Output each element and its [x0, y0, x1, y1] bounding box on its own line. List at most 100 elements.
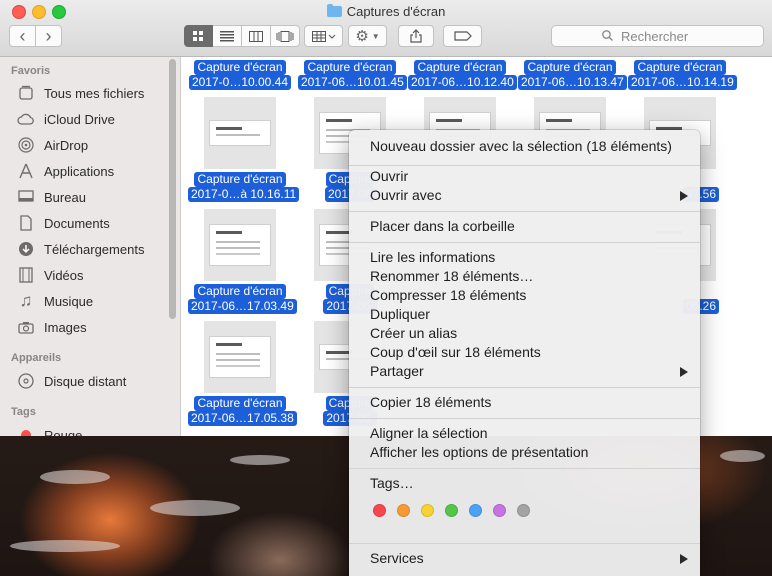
sidebar-item-images[interactable]: Images: [16, 316, 87, 338]
documents-icon: [16, 214, 36, 232]
file-thumbnail[interactable]: [204, 321, 276, 393]
submenu-arrow-icon: [680, 554, 688, 564]
cloud-icon: [16, 110, 36, 128]
column-view-button[interactable]: [242, 25, 271, 47]
menu-item-show-view-options[interactable]: Afficher les options de présentation: [370, 443, 588, 462]
file-item[interactable]: Capture d'écran 2017-06…17.03.49: [188, 284, 297, 314]
cover-flow-icon: [276, 30, 294, 42]
camera-icon: [16, 318, 36, 336]
menu-separator: [349, 468, 700, 469]
sidebar-item-downloads[interactable]: Téléchargements: [16, 238, 144, 260]
arrange-grid-icon: [311, 30, 335, 42]
forward-button[interactable]: ›: [35, 25, 62, 47]
view-mode-control: [184, 25, 300, 47]
submenu-arrow-icon: [680, 367, 688, 377]
background-snow: [40, 470, 110, 484]
file-thumbnail[interactable]: [204, 97, 276, 169]
menu-item-share[interactable]: Partager: [370, 362, 424, 381]
menu-separator: [349, 165, 700, 166]
columns-icon: [249, 30, 263, 42]
desktop-icon: [16, 188, 36, 206]
file-item[interactable]: Capture d'écran 2017-0…10.00.44: [188, 60, 292, 90]
menu-separator: [349, 387, 700, 388]
sidebar-item-videos[interactable]: Vidéos: [16, 264, 84, 286]
sidebar-item-icloud-drive[interactable]: iCloud Drive: [16, 108, 115, 130]
file-item[interactable]: Capture d'écran 2017-06…10.14.19: [628, 60, 737, 90]
tag-color-gray[interactable]: [517, 504, 530, 517]
chevron-down-icon: ▼: [371, 31, 380, 41]
sidebar-heading-tags: Tags: [11, 406, 36, 418]
menu-item-tags[interactable]: Tags…: [370, 474, 414, 493]
tag-color-orange[interactable]: [397, 504, 410, 517]
action-button[interactable]: ⚙ ▼: [348, 25, 387, 47]
menu-item-open[interactable]: Ouvrir: [370, 167, 408, 186]
film-icon: [16, 266, 36, 284]
file-item[interactable]: Capture d'écran 2017-06…17.05.38: [188, 396, 297, 426]
sidebar: Favoris Tous mes fichiers iCloud Drive A…: [0, 57, 181, 436]
chevron-right-icon: ›: [45, 25, 52, 46]
screenshot-preview: [209, 336, 271, 378]
file-item[interactable]: Capture d'écran 2017-06…10.13.47: [518, 60, 627, 90]
all-files-icon: [16, 84, 36, 102]
sidebar-item-applications[interactable]: Applications: [16, 160, 114, 182]
sidebar-item-tag-red[interactable]: Rouge: [16, 424, 82, 436]
file-item[interactable]: Capture d'écran 2017-06…10.12.40: [408, 60, 517, 90]
sidebar-item-documents[interactable]: Documents: [16, 212, 110, 234]
background-snow: [150, 500, 240, 516]
menu-separator: [349, 211, 700, 212]
menu-item-compress[interactable]: Compresser 18 éléments: [370, 286, 526, 305]
back-button[interactable]: ‹: [9, 25, 36, 47]
icon-view-button[interactable]: [184, 25, 213, 47]
background-snow: [10, 540, 120, 552]
airdrop-icon: [16, 136, 36, 154]
screenshot-preview: [209, 224, 271, 266]
chevron-left-icon: ‹: [19, 25, 26, 46]
menu-item-rename[interactable]: Renommer 18 éléments…: [370, 267, 533, 286]
sidebar-item-remote-disc[interactable]: Disque distant: [16, 370, 126, 392]
menu-item-duplicate[interactable]: Dupliquer: [370, 305, 430, 324]
downloads-icon: [16, 240, 36, 258]
menu-item-quick-look[interactable]: Coup d'œil sur 18 éléments: [370, 343, 541, 362]
list-view-button[interactable]: [213, 25, 242, 47]
arrange-button[interactable]: [304, 25, 343, 47]
sidebar-item-music[interactable]: ♫ Musique: [16, 290, 94, 312]
tag-color-red[interactable]: [373, 504, 386, 517]
sidebar-scrollbar[interactable]: [169, 59, 176, 319]
music-note-icon: ♫: [19, 291, 33, 310]
tag-color-green[interactable]: [445, 504, 458, 517]
menu-item-get-info[interactable]: Lire les informations: [370, 248, 495, 267]
search-input[interactable]: [619, 27, 713, 45]
search-field[interactable]: [551, 25, 764, 47]
share-icon: [410, 29, 422, 43]
search-icon: [602, 29, 613, 44]
sidebar-heading-favorites: Favoris: [11, 65, 51, 77]
red-tag-dot-icon: [16, 426, 36, 436]
file-item[interactable]: Capture d'écran 2017-06…10.01.45: [298, 60, 407, 90]
sidebar-item-all-files[interactable]: Tous mes fichiers: [16, 82, 144, 104]
tag-color-yellow[interactable]: [421, 504, 434, 517]
tag-color-purple[interactable]: [493, 504, 506, 517]
edit-tags-button[interactable]: [443, 25, 482, 47]
menu-separator: [349, 543, 700, 544]
menu-item-clean-up-selection[interactable]: Aligner la sélection: [370, 424, 488, 443]
menu-item-move-to-trash[interactable]: Placer dans la corbeille: [370, 217, 515, 236]
share-button[interactable]: [398, 25, 434, 47]
sidebar-heading-devices: Appareils: [11, 352, 62, 364]
menu-item-copy[interactable]: Copier 18 éléments: [370, 393, 491, 412]
menu-separator: [349, 242, 700, 243]
menu-item-open-with[interactable]: Ouvrir avec: [370, 186, 442, 205]
cover-flow-view-button[interactable]: [271, 25, 300, 47]
title-bar: Captures d'écran ‹ › ⚙ ▼: [0, 0, 772, 57]
menu-item-make-alias[interactable]: Créer un alias: [370, 324, 457, 343]
tag-color-blue[interactable]: [469, 504, 482, 517]
menu-item-new-folder-with-selection[interactable]: Nouveau dossier avec la sélection (18 él…: [370, 137, 672, 156]
file-item[interactable]: Capture d'écran 2017-0…à 10.16.11: [188, 172, 300, 202]
sidebar-item-desktop[interactable]: Bureau: [16, 186, 86, 208]
sidebar-item-airdrop[interactable]: AirDrop: [16, 134, 88, 156]
applications-icon: [16, 162, 36, 180]
menu-item-services[interactable]: Services: [370, 549, 424, 568]
menu-separator: [349, 418, 700, 419]
file-thumbnail[interactable]: [204, 209, 276, 281]
background-snow: [720, 450, 765, 462]
tag-icon: [453, 31, 472, 41]
